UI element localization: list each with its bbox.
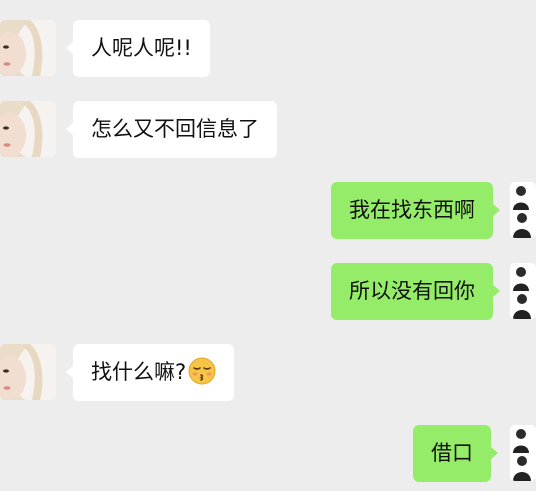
incoming-message-bubble[interactable]: 找什么嘛? bbox=[65, 344, 235, 401]
message-text: 找什么嘛? bbox=[91, 360, 187, 384]
user-avatar[interactable] bbox=[510, 182, 536, 238]
message-row: 我在找东西啊 bbox=[0, 182, 536, 240]
message-row: 人呢人呢!! bbox=[0, 20, 536, 78]
user-avatar[interactable] bbox=[510, 263, 536, 319]
message-text: 借口 bbox=[431, 441, 473, 465]
message-row: 找什么嘛? bbox=[0, 344, 536, 402]
message-text: 所以没有回你 bbox=[349, 279, 475, 303]
contact-avatar[interactable] bbox=[0, 20, 56, 76]
user-avatar[interactable] bbox=[510, 425, 536, 481]
incoming-message-bubble[interactable]: 人呢人呢!! bbox=[66, 20, 210, 77]
message-text: 怎么又不回信息了 bbox=[91, 117, 259, 141]
incoming-message-bubble[interactable]: 怎么又不回信息了 bbox=[66, 101, 277, 158]
outgoing-message-bubble[interactable]: 所以没有回你 bbox=[331, 263, 500, 320]
message-row: 怎么又不回信息了 bbox=[0, 101, 536, 159]
message-row: 所以没有回你 bbox=[0, 263, 536, 321]
contact-avatar[interactable] bbox=[0, 344, 56, 400]
outgoing-message-bubble[interactable]: 借口 bbox=[413, 425, 498, 482]
avatar-photo-icon bbox=[510, 425, 536, 481]
kissing-closed-eyes-emoji-icon bbox=[188, 357, 216, 385]
contact-avatar[interactable] bbox=[0, 101, 56, 157]
avatar-photo-icon bbox=[0, 20, 56, 76]
message-text: 我在找东西啊 bbox=[349, 198, 475, 222]
avatar-photo-icon bbox=[510, 182, 536, 238]
message-text: 人呢人呢!! bbox=[91, 36, 192, 60]
outgoing-message-bubble[interactable]: 我在找东西啊 bbox=[331, 182, 500, 239]
avatar-photo-icon bbox=[0, 101, 56, 157]
chat-area: 人呢人呢!! 怎么又不回信息了 我在找东西啊 所以没有回你 找什么嘛? 借口 bbox=[0, 0, 536, 491]
avatar-photo-icon bbox=[0, 344, 56, 400]
avatar-photo-icon bbox=[510, 263, 536, 319]
message-row: 借口 bbox=[0, 425, 536, 483]
